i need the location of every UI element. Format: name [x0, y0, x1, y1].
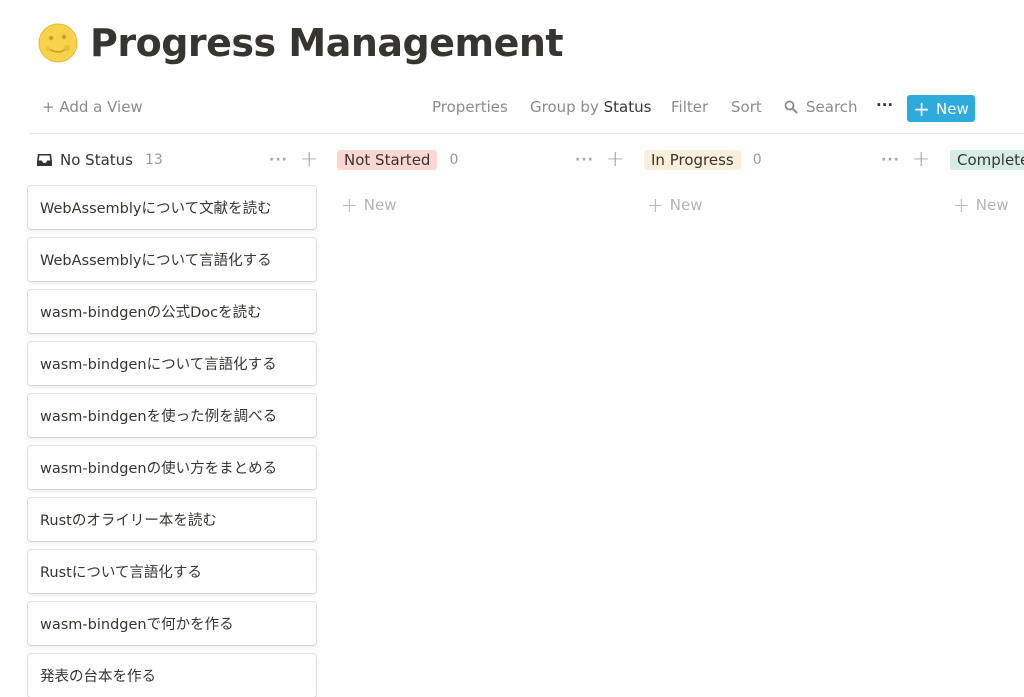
column-new-label: New: [363, 196, 397, 214]
column-new-button[interactable]: + New: [647, 193, 702, 217]
column-header-no-status: No Status 13: [36, 148, 163, 172]
board-card[interactable]: WebAssemblyについて文献を読む: [28, 186, 316, 229]
column-header-not-started: Not Started 0: [337, 148, 458, 172]
column-add-icon[interactable]: +: [912, 149, 930, 171]
plus-icon: +: [913, 96, 931, 121]
new-button-label: New: [936, 99, 969, 118]
column-actions: ··· +: [575, 148, 624, 172]
column-count: 0: [449, 152, 459, 168]
add-view-button[interactable]: + Add a View: [42, 98, 143, 116]
column-new-label: New: [975, 196, 1009, 214]
more-options-icon[interactable]: ···: [876, 96, 893, 114]
board-card[interactable]: Rustのオライリー本を読む: [28, 498, 316, 541]
group-by-label: Group by: [530, 98, 599, 116]
column-new-label: New: [669, 196, 703, 214]
column-header-in-progress: In Progress 0: [644, 148, 762, 172]
board-card[interactable]: wasm-bindgenで何かを作る: [28, 602, 316, 645]
plus-icon: +: [953, 193, 970, 217]
page-header: Progress Management: [38, 18, 564, 68]
column-title: Not Started: [337, 150, 438, 170]
column-actions: ··· +: [269, 148, 318, 172]
column-title: In Progress: [644, 150, 741, 170]
column-actions: ··· +: [881, 148, 930, 172]
full-moon-face-icon[interactable]: [38, 23, 78, 63]
column-count: 0: [752, 152, 762, 168]
toolbar-divider: [30, 133, 1024, 134]
properties-button[interactable]: Properties: [432, 98, 508, 116]
column-title: Complete: [950, 150, 1024, 170]
column-count: 13: [144, 152, 163, 168]
board-card[interactable]: Rustについて言語化する: [28, 550, 316, 593]
board-card[interactable]: wasm-bindgenの使い方をまとめる: [28, 446, 316, 489]
sort-button[interactable]: Sort: [731, 98, 762, 116]
plus-icon: +: [341, 193, 358, 217]
column-more-icon[interactable]: ···: [575, 152, 594, 168]
board-card[interactable]: WebAssemblyについて言語化する: [28, 238, 316, 281]
search-icon: [784, 100, 798, 114]
column-add-icon[interactable]: +: [300, 149, 318, 171]
board-card[interactable]: wasm-bindgenの公式Docを読む: [28, 290, 316, 333]
page-title: Progress Management: [90, 21, 564, 65]
column-more-icon[interactable]: ···: [269, 152, 288, 168]
board-card[interactable]: wasm-bindgenについて言語化する: [28, 342, 316, 385]
column-new-button[interactable]: + New: [341, 193, 396, 217]
plus-icon: +: [647, 193, 664, 217]
search-label: Search: [806, 98, 858, 116]
filter-button[interactable]: Filter: [671, 98, 708, 116]
board-card[interactable]: wasm-bindgenを使った例を調べる: [28, 394, 316, 437]
new-button[interactable]: + New: [907, 95, 975, 122]
inbox-icon: [37, 154, 52, 166]
group-by-button[interactable]: Group by Status: [530, 98, 651, 116]
column-more-icon[interactable]: ···: [881, 152, 900, 168]
column-title: No Status: [60, 151, 133, 169]
group-by-value: Status: [603, 98, 652, 116]
column-add-icon[interactable]: +: [606, 149, 624, 171]
board-card[interactable]: 発表の台本を作る: [28, 654, 316, 697]
column-new-button[interactable]: + New: [953, 193, 1008, 217]
board-toolbar: + Add a View Properties Group by Status …: [30, 92, 1024, 126]
column-header-complete: Complete: [950, 148, 1024, 172]
search-button[interactable]: Search: [784, 98, 858, 116]
